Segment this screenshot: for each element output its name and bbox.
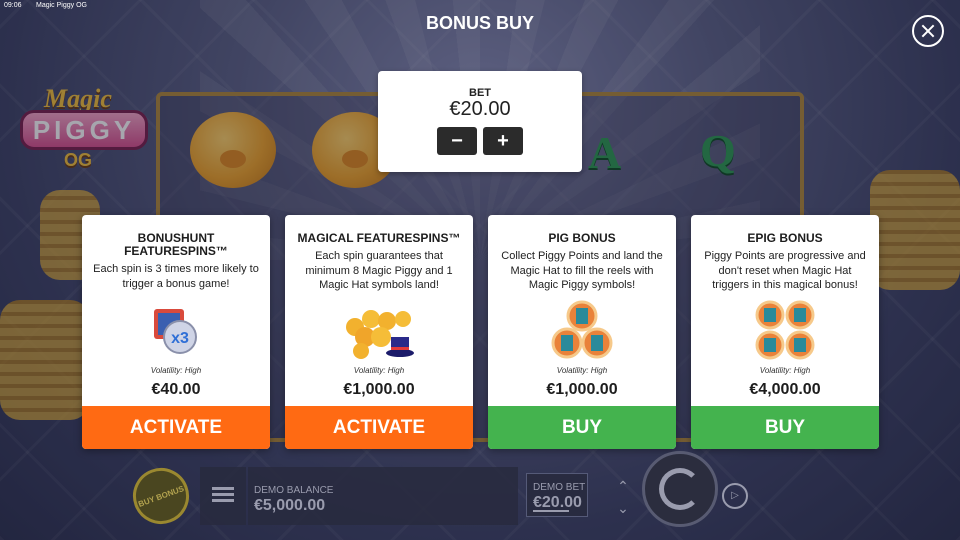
volatility-label: Volatility: High [353,366,405,375]
spin-icon [659,468,701,510]
x3-multiplier-icon: x3 [152,307,200,355]
four-piggy-coins-icon [754,299,816,361]
system-clock: 09:06 [4,2,22,9]
card-title: EPIG BONUS [747,231,823,245]
bet-panel: BET €20.00 − + [378,71,582,172]
bet-down-arrow-icon[interactable]: ⌄ [612,501,634,515]
volatility-label: Volatility: High [759,366,811,375]
buy-bonus-button[interactable]: BUY BONUS [125,460,197,532]
bottom-control-bar: BUY BONUS DEMO BALANCE €5,000.00 DEMO BE… [0,451,960,540]
activate-bonushunt-button[interactable]: ACTIVATE [82,406,270,449]
card-price: €4,000.00 [749,381,821,398]
demo-bet-label: DEMO BET [533,482,586,493]
balance-panel: DEMO BALANCE €5,000.00 [248,467,518,525]
autoplay-icon[interactable]: ▷ [722,483,748,509]
bet-up-arrow-icon[interactable]: ⌃ [612,479,634,493]
balance-value: €5,000.00 [254,497,326,514]
menu-icon[interactable] [212,487,234,503]
window-title: Magic Piggy OG [36,2,87,9]
card-title: MAGICAL FEATURESPINS™ [297,231,461,245]
bonus-card-bonushunt: BONUSHUNT FEATURESPINS™ Each spin is 3 t… [82,215,270,449]
demo-bet-panel[interactable]: DEMO BET €20.00 [526,473,588,517]
card-price: €40.00 [151,381,201,398]
bonus-card-epig-bonus: EPIG BONUS Piggy Points are progressive … [691,215,879,449]
activate-magical-featurespins-button[interactable]: ACTIVATE [285,406,473,449]
card-description: Each spin guarantees that minimum 8 Magi… [305,250,453,291]
balance-label: DEMO BALANCE [254,485,334,496]
card-price: €1,000.00 [546,381,618,398]
page-title: BONUS BUY [425,13,534,33]
x3-text: x3 [171,330,189,347]
three-piggy-coins-icon [551,299,613,361]
decrease-bet-button[interactable]: − [437,127,477,155]
card-title: PIG BONUS [548,231,616,245]
buy-epig-bonus-button[interactable]: BUY [691,406,879,449]
bonus-card-pig-bonus: PIG BONUS Collect Piggy Points and land … [488,215,676,449]
bet-value: €20.00 [449,98,511,120]
menu-panel [200,467,246,525]
spin-button[interactable] [642,451,718,527]
piggies-and-hat-icon [341,305,417,361]
increase-bet-button[interactable]: + [483,127,523,155]
card-title: BONUSHUNT FEATURESPINS™ [124,231,228,258]
volatility-label: Volatility: High [150,366,202,375]
card-description: Piggy Points are progressive and don't r… [704,250,866,291]
card-description: Each spin is 3 times more likely to trig… [93,263,259,290]
bonus-card-magical-featurespins: MAGICAL FEATURESPINS™ Each spin guarante… [285,215,473,449]
demo-bet-underline [533,510,569,512]
close-button[interactable] [912,15,944,47]
buy-pig-bonus-button[interactable]: BUY [488,406,676,449]
card-price: €1,000.00 [343,381,415,398]
volatility-label: Volatility: High [556,366,608,375]
card-description: Collect Piggy Points and land the Magic … [501,250,663,291]
bet-stepper: − + [437,127,523,155]
